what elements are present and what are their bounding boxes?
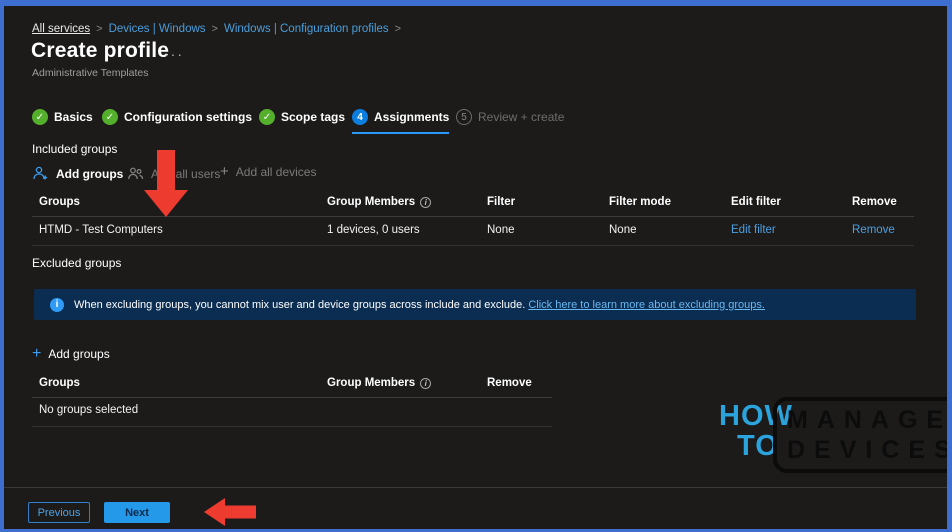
excluded-col-remove: Remove bbox=[487, 377, 532, 389]
filter-mode-cell: None bbox=[609, 224, 637, 236]
table-divider bbox=[32, 397, 552, 398]
excluded-col-groups: Groups bbox=[39, 377, 80, 389]
table-divider bbox=[32, 426, 552, 427]
page-subtitle: Administrative Templates bbox=[32, 67, 149, 79]
breadcrumb-all-services[interactable]: All services bbox=[32, 23, 90, 35]
red-arrow-left-annotation bbox=[204, 498, 256, 526]
check-circle-icon: ✓ bbox=[32, 109, 48, 125]
included-col-remove: Remove bbox=[852, 196, 897, 208]
breadcrumb-configuration-profiles[interactable]: Windows | Configuration profiles bbox=[224, 23, 389, 35]
included-groups-heading: Included groups bbox=[32, 142, 117, 156]
included-col-edit-filter: Edit filter bbox=[731, 196, 781, 208]
people-icon bbox=[127, 165, 144, 182]
info-icon: i bbox=[50, 298, 64, 312]
context-menu-icon[interactable]: ··· bbox=[164, 46, 184, 62]
tab-assignments[interactable]: 4 Assignments bbox=[352, 109, 449, 134]
table-divider bbox=[32, 245, 914, 246]
footer-divider bbox=[4, 487, 947, 488]
group-members-cell: 1 devices, 0 users bbox=[327, 224, 420, 236]
filter-cell: None bbox=[487, 224, 515, 236]
page-title: Create profile bbox=[31, 39, 169, 63]
check-circle-icon: ✓ bbox=[102, 109, 118, 125]
logo-manage-text: MANAGE bbox=[787, 405, 952, 435]
edit-filter-link[interactable]: Edit filter bbox=[731, 224, 776, 236]
tab-basics[interactable]: ✓ Basics bbox=[32, 109, 93, 125]
empty-state-text: No groups selected bbox=[39, 404, 138, 416]
included-col-group-members: Group Members i bbox=[327, 196, 431, 208]
tab-scope-tags[interactable]: ✓ Scope tags bbox=[259, 109, 345, 125]
breadcrumb-separator: > bbox=[96, 23, 102, 35]
group-name-cell: HTMD - Test Computers bbox=[39, 224, 163, 236]
tab-configuration-settings[interactable]: ✓ Configuration settings bbox=[102, 109, 252, 125]
breadcrumb: All services > Devices | Windows > Windows |… bbox=[32, 19, 407, 37]
tab-label: Configuration settings bbox=[124, 110, 252, 124]
red-arrow-down-annotation bbox=[143, 150, 189, 218]
included-table-row: HTMD - Test Computers 1 devices, 0 users… bbox=[4, 224, 952, 244]
included-col-filter-mode: Filter mode bbox=[609, 196, 671, 208]
plus-icon: + bbox=[32, 347, 41, 361]
add-all-devices-button[interactable]: + Add all devices bbox=[220, 165, 316, 179]
info-icon: i bbox=[420, 197, 431, 208]
add-groups-button[interactable]: Add groups bbox=[32, 165, 123, 182]
logo-box: MANAGE DEVICES bbox=[773, 397, 952, 473]
info-banner: i When excluding groups, you cannot mix … bbox=[34, 289, 916, 320]
tab-review-create[interactable]: 5 Review + create bbox=[456, 109, 564, 125]
tab-label: Review + create bbox=[478, 110, 564, 124]
breadcrumb-separator: > bbox=[212, 23, 218, 35]
next-button[interactable]: Next bbox=[104, 502, 170, 523]
portal-window: All services > Devices | Windows > Windows |… bbox=[0, 0, 952, 532]
info-banner-text: When excluding groups, you cannot mix us… bbox=[74, 299, 765, 311]
tab-label: Basics bbox=[54, 110, 93, 124]
plus-icon: + bbox=[220, 165, 229, 179]
included-col-filter: Filter bbox=[487, 196, 515, 208]
included-col-groups: Groups bbox=[39, 196, 80, 208]
excluded-groups-heading: Excluded groups bbox=[32, 256, 121, 270]
logo-devices-text: DEVICES bbox=[787, 435, 952, 465]
excluded-col-group-members: Group Members i bbox=[327, 377, 431, 389]
add-all-devices-label: Add all devices bbox=[236, 165, 317, 179]
add-groups-excluded-label: Add groups bbox=[48, 347, 109, 361]
previous-button[interactable]: Previous bbox=[28, 502, 90, 523]
breadcrumb-separator: > bbox=[395, 23, 401, 35]
step-number-icon: 4 bbox=[352, 109, 368, 125]
tab-label: Assignments bbox=[374, 110, 449, 124]
add-groups-excluded-button[interactable]: + Add groups bbox=[32, 347, 110, 361]
check-circle-icon: ✓ bbox=[259, 109, 275, 125]
add-groups-label: Add groups bbox=[56, 167, 123, 181]
remove-link[interactable]: Remove bbox=[852, 224, 895, 236]
htmd-logo: HOW TO MANAGE DEVICES bbox=[709, 394, 924, 472]
person-add-icon bbox=[32, 165, 49, 182]
step-number-icon: 5 bbox=[456, 109, 472, 125]
info-icon: i bbox=[420, 378, 431, 389]
tab-label: Scope tags bbox=[281, 110, 345, 124]
breadcrumb-devices-windows[interactable]: Devices | Windows bbox=[109, 23, 206, 35]
learn-more-link[interactable]: Click here to learn more about excluding… bbox=[528, 299, 765, 311]
